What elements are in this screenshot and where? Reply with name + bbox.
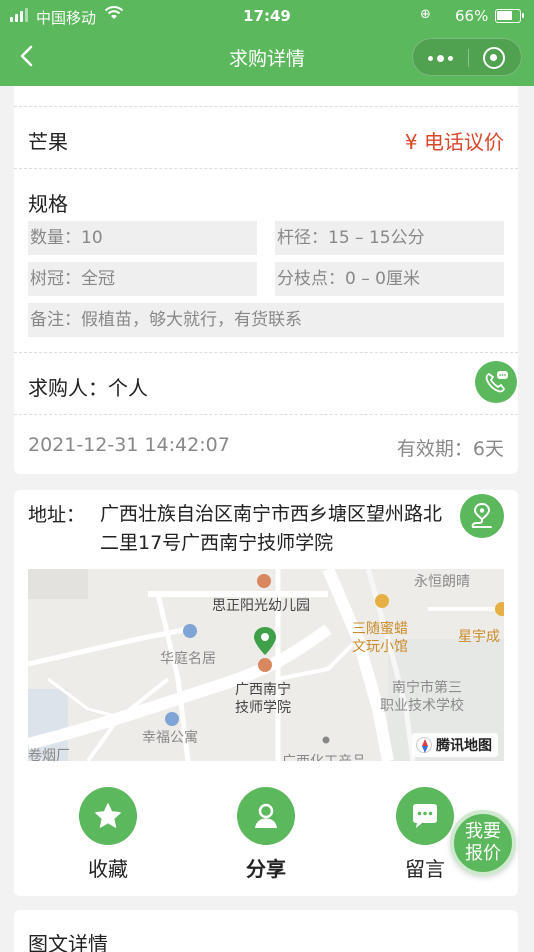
user-icon: [255, 803, 277, 828]
divider: [14, 352, 518, 353]
map-label: 职业技术学校: [380, 698, 464, 714]
battery-icon: [495, 9, 524, 23]
validity-period: 有效期：6天: [396, 438, 504, 460]
map-label: 思正阳光幼儿园: [212, 598, 310, 614]
battery-percent: 66%: [455, 7, 489, 25]
orientation-lock-icon: ⊕: [420, 7, 431, 22]
navigate-button[interactable]: [460, 494, 504, 538]
quote-line-1: 我要: [465, 821, 501, 842]
close-mini-program-button[interactable]: [483, 47, 505, 69]
address-label: 地址：: [28, 504, 86, 526]
spec-title: 规格: [28, 192, 68, 216]
mini-program-capsule: [412, 38, 522, 76]
map-label: 幸福公寓: [142, 730, 198, 746]
call-button[interactable]: [475, 361, 517, 403]
map-label: 技师学院: [235, 700, 291, 716]
favorite-label: 收藏: [88, 857, 128, 881]
spec-diameter: 杆径：15 – 15公分: [275, 221, 504, 255]
map-label: 南宁市第三: [392, 680, 462, 696]
capsule-divider: [468, 49, 469, 67]
product-name: 芒果: [28, 130, 68, 154]
clock: 17:49: [243, 7, 291, 25]
spec-crown: 树冠：全冠: [28, 262, 257, 296]
spec-quantity: 数量：10: [28, 221, 257, 255]
spec-remark: 备注：假植苗，够大就行，有货联系: [28, 303, 504, 337]
quote-button[interactable]: 我要 报价: [450, 810, 516, 876]
compass-icon: [416, 737, 432, 753]
map-provider-name: 腾讯地图: [436, 738, 492, 754]
favorite-button[interactable]: 收藏: [63, 787, 153, 882]
spec-branch-point: 分枝点：0 – 0厘米: [275, 262, 504, 296]
map-label: 星宇成: [458, 629, 500, 645]
phone-chat-icon: [485, 371, 508, 393]
detail-card: 图文详情: [14, 910, 518, 952]
share-label: 分享: [246, 857, 286, 881]
star-icon: [95, 803, 121, 828]
map-label: 文玩小馆: [352, 639, 408, 655]
route-icon: [471, 502, 492, 528]
divider: [14, 106, 518, 107]
quote-line-2: 报价: [465, 843, 501, 864]
address-card: 地址： 广西壮族自治区南宁市西乡塘区望州路北二里17号广西南宁技师学院 永恒朗晴…: [14, 490, 518, 896]
map-label: 卷烟厂: [28, 748, 70, 761]
share-button[interactable]: 分享: [221, 787, 311, 882]
divider: [14, 168, 518, 169]
publish-time: 2021-12-31 14:42:07: [28, 434, 230, 456]
buyer-type: 求购人：个人: [28, 376, 148, 400]
map-label: 广西南宁: [235, 682, 291, 698]
map-provider-logo: 腾讯地图: [412, 733, 498, 757]
more-menu-button[interactable]: [413, 39, 468, 77]
status-bar: 中国移动 17:49 ⊕ 66%: [0, 0, 534, 34]
map-label: 三随蜜蜡: [352, 621, 408, 637]
product-price: ¥ 电话议价: [404, 130, 504, 154]
location-map[interactable]: 永恒朗晴 思正阳光幼儿园 三随蜜蜡 文玩小馆 星宇成 华庭名居 广西南宁 技师学…: [28, 569, 504, 761]
divider: [14, 414, 518, 415]
map-label: 广西化工产品: [282, 751, 366, 761]
top-bar: 中国移动 17:49 ⊕ 66% 求购详情: [0, 0, 534, 86]
map-label: 华庭名居: [160, 651, 216, 667]
detail-title: 图文详情: [28, 932, 108, 952]
map-label: 永恒朗晴: [414, 574, 470, 590]
purchase-info-card: 芒果 ¥ 电话议价 规格 数量：10 杆径：15 – 15公分 树冠：全冠 分枝…: [14, 86, 518, 474]
chat-bubble-icon: [413, 804, 437, 828]
address-text: 广西壮族自治区南宁市西乡塘区望州路北二里17号广西南宁技师学院: [100, 503, 443, 554]
